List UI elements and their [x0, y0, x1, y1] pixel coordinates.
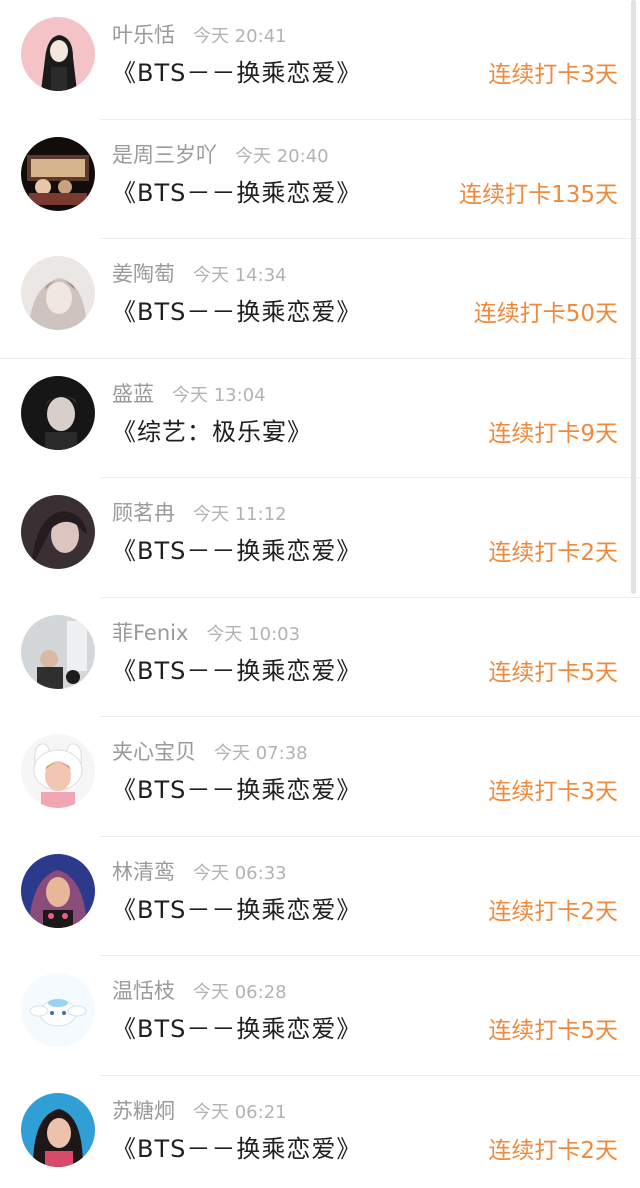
list-item[interactable]: 夹心宝贝 今天 07:38 《BTS－－换乘恋爱》 连续打卡3天: [0, 717, 640, 837]
checkin-content: 《BTS－－换乘恋爱》: [112, 59, 362, 87]
avatar[interactable]: [21, 973, 95, 1047]
streak-label: 连续打卡135天: [459, 181, 618, 208]
streak-label: 连续打卡2天: [488, 1137, 618, 1164]
post-time: 今天 13:04: [172, 384, 266, 406]
user-meta: 林清鸾 今天 06:33: [112, 857, 287, 889]
user-meta: 姜陶萄 今天 14:34: [112, 259, 287, 291]
list-item[interactable]: 苏糖炯 今天 06:21 《BTS－－换乘恋爱》 连续打卡2天: [0, 1076, 640, 1188]
checkin-content: 《综艺：极乐宴》: [112, 417, 312, 446]
avatar[interactable]: [21, 256, 95, 330]
checkin-list: 叶乐恬 今天 20:41 《BTS－－换乘恋爱》 连续打卡3天 是周三岁吖 今天 2…: [0, 0, 640, 1188]
user-name[interactable]: 盛蓝: [112, 382, 154, 406]
avatar[interactable]: [21, 17, 95, 91]
streak-label: 连续打卡9天: [488, 420, 618, 447]
streak-label: 连续打卡3天: [488, 62, 618, 88]
post-time: 今天 06:28: [193, 982, 287, 1003]
scrollbar[interactable]: [631, 0, 636, 594]
post-time: 今天 10:03: [206, 623, 301, 645]
list-item[interactable]: 菲Fenix 今天 10:03 《BTS－－换乘恋爱》 连续打卡5天: [0, 598, 640, 717]
checkin-content: 《BTS－－换乘恋爱》: [112, 1134, 362, 1163]
user-meta: 是周三岁吖 今天 20:40: [112, 140, 329, 172]
user-name[interactable]: 夹心宝贝: [112, 740, 196, 764]
list-item[interactable]: 顾茗冉 今天 11:12 《BTS－－换乘恋爱》 连续打卡2天: [0, 478, 640, 598]
streak-label: 连续打卡2天: [488, 540, 618, 566]
user-name[interactable]: 姜陶萄: [112, 262, 175, 286]
user-name[interactable]: 林清鸾: [112, 860, 175, 884]
checkin-content: 《BTS－－换乘恋爱》: [112, 895, 362, 924]
list-item[interactable]: 姜陶萄 今天 14:34 《BTS－－换乘恋爱》 连续打卡50天: [0, 239, 640, 359]
streak-label: 连续打卡5天: [488, 659, 618, 686]
streak-label: 连续打卡2天: [488, 898, 618, 925]
user-name[interactable]: 顾茗冉: [112, 501, 175, 525]
user-name[interactable]: 是周三岁吖: [112, 143, 217, 167]
post-time: 今天 07:38: [214, 743, 308, 764]
avatar[interactable]: [21, 136, 95, 211]
checkin-content: 《BTS－－换乘恋爱》: [112, 178, 362, 207]
list-item[interactable]: 温恬枝 今天 06:28 《BTS－－换乘恋爱》 连续打卡5天: [0, 956, 640, 1076]
checkin-content: 《BTS－－换乘恋爱》: [112, 656, 362, 685]
post-time: 今天 20:41: [193, 26, 287, 47]
checkin-content: 《BTS－－换乘恋爱》: [112, 537, 362, 565]
user-meta: 温恬枝 今天 06:28: [112, 976, 287, 1008]
user-name[interactable]: 苏糖炯: [112, 1099, 175, 1123]
post-time: 今天 06:21: [193, 1101, 287, 1123]
user-meta: 菲Fenix 今天 10:03: [112, 618, 300, 650]
post-time: 今天 20:40: [235, 145, 329, 167]
user-meta: 叶乐恬 今天 20:41: [112, 20, 287, 52]
streak-label: 连续打卡50天: [473, 301, 618, 327]
checkin-content: 《BTS－－换乘恋爱》: [112, 298, 362, 326]
list-item[interactable]: 盛蓝 今天 13:04 《综艺：极乐宴》 连续打卡9天: [0, 359, 640, 478]
post-time: 今天 06:33: [193, 862, 287, 884]
checkin-content: 《BTS－－换乘恋爱》: [112, 1015, 362, 1043]
avatar[interactable]: [21, 375, 95, 450]
user-meta: 盛蓝 今天 13:04: [112, 379, 266, 411]
user-name[interactable]: 温恬枝: [112, 979, 175, 1003]
list-item[interactable]: 林清鸾 今天 06:33 《BTS－－换乘恋爱》 连续打卡2天: [0, 837, 640, 956]
post-time: 今天 11:12: [193, 504, 287, 525]
list-item[interactable]: 叶乐恬 今天 20:41 《BTS－－换乘恋爱》 连续打卡3天: [0, 0, 640, 120]
avatar[interactable]: [21, 1092, 95, 1167]
avatar[interactable]: [21, 734, 95, 808]
checkin-content: 《BTS－－换乘恋爱》: [112, 776, 362, 804]
streak-label: 连续打卡5天: [488, 1018, 618, 1044]
list-item[interactable]: 是周三岁吖 今天 20:40 《BTS－－换乘恋爱》 连续打卡135天: [0, 120, 640, 239]
user-meta: 夹心宝贝 今天 07:38: [112, 737, 308, 769]
user-meta: 苏糖炯 今天 06:21: [112, 1096, 287, 1128]
user-name[interactable]: 叶乐恬: [112, 23, 175, 47]
avatar[interactable]: [21, 853, 95, 928]
user-name[interactable]: 菲Fenix: [112, 621, 188, 645]
post-time: 今天 14:34: [193, 265, 287, 286]
avatar[interactable]: [21, 614, 95, 689]
user-meta: 顾茗冉 今天 11:12: [112, 498, 287, 530]
avatar[interactable]: [21, 495, 95, 569]
streak-label: 连续打卡3天: [488, 779, 618, 805]
